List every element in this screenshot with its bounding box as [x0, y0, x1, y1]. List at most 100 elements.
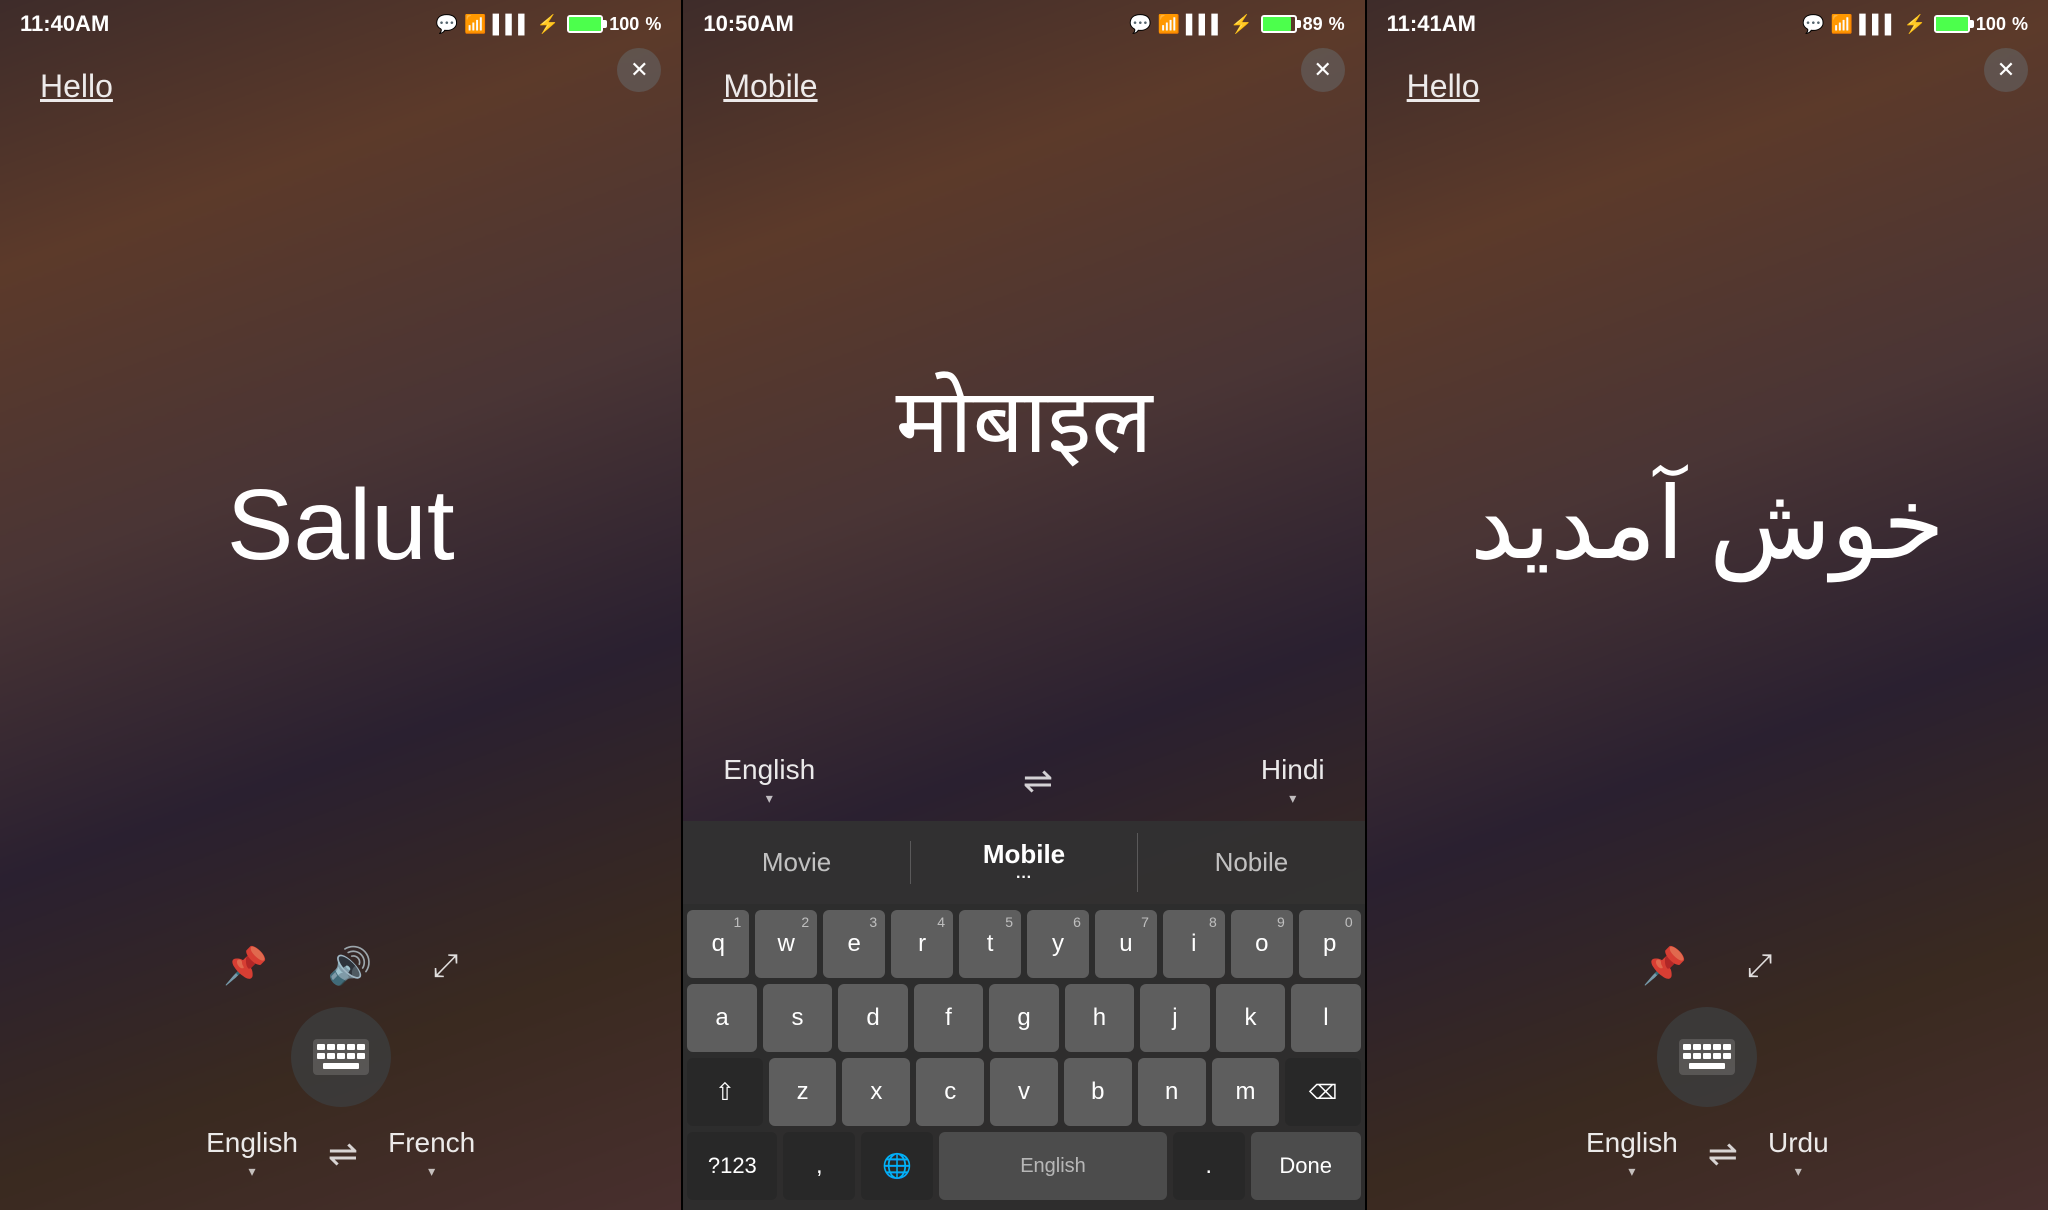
left-panel: 11:40AM 💬 📶 ▌▌▌ ⚡ 100% Hello ✕ Salut 📌 🔊… [0, 0, 681, 1210]
right-lang-from-label: English [1586, 1127, 1678, 1159]
right-bolt-icon: ⚡ [1904, 14, 1926, 35]
suggestion-mobile[interactable]: Mobile ··· [911, 833, 1138, 892]
middle-content: Mobile ✕ मोबाइल [683, 48, 1364, 740]
left-keyboard-button[interactable] [291, 1007, 391, 1107]
keyboard-row-bottom: ⇧ z x c v b n m ⌫ [687, 1058, 1360, 1126]
key-s[interactable]: s [763, 984, 832, 1052]
key-r[interactable]: 4r [891, 910, 953, 978]
key-x[interactable]: x [842, 1058, 910, 1126]
left-pin-icon[interactable]: 📌 [223, 945, 268, 987]
left-swap-icon[interactable]: ⇌ [328, 1133, 358, 1175]
key-shift[interactable]: ⇧ [687, 1058, 762, 1126]
left-keyboard-icon [313, 1039, 369, 1075]
key-k[interactable]: k [1216, 984, 1285, 1052]
key-n[interactable]: n [1138, 1058, 1206, 1126]
left-battery [567, 15, 603, 33]
right-lang-to[interactable]: Urdu ▾ [1768, 1127, 1829, 1180]
key-i[interactable]: 8i [1163, 910, 1225, 978]
left-sound-icon[interactable]: 🔊 [328, 945, 373, 987]
key-w[interactable]: 2w [755, 910, 817, 978]
key-l[interactable]: l [1291, 984, 1360, 1052]
suggestion-movie[interactable]: Movie [683, 841, 910, 884]
key-z[interactable]: z [769, 1058, 837, 1126]
key-num-switch[interactable]: ?123 [687, 1132, 777, 1200]
key-backspace[interactable]: ⌫ [1285, 1058, 1360, 1126]
middle-suggestions-row: Movie Mobile ··· Nobile [683, 821, 1364, 904]
divider-mid-right [1365, 0, 1367, 1210]
left-lang-from-label: English [206, 1127, 298, 1159]
left-close-button[interactable]: ✕ [617, 48, 661, 92]
right-toolbar-icons: 📌 ⤢ [1642, 945, 1772, 987]
left-lang-from[interactable]: English ▾ [206, 1127, 298, 1180]
right-lang-to-label: Urdu [1768, 1127, 1829, 1159]
key-m[interactable]: m [1212, 1058, 1280, 1126]
right-input-word[interactable]: Hello [1407, 68, 1480, 105]
key-a[interactable]: a [687, 984, 756, 1052]
key-comma[interactable]: , [783, 1132, 855, 1200]
key-e[interactable]: 3e [823, 910, 885, 978]
right-lang-to-arrow: ▾ [1795, 1163, 1802, 1180]
middle-lang-from[interactable]: English ▾ [723, 754, 815, 807]
key-v[interactable]: v [990, 1058, 1058, 1126]
left-expand-icon[interactable]: ⤢ [433, 947, 459, 985]
middle-close-button[interactable]: ✕ [1301, 48, 1345, 92]
signal-icon: ▌▌▌ [493, 14, 531, 35]
right-keyboard-icon [1679, 1039, 1735, 1075]
key-d[interactable]: d [838, 984, 907, 1052]
right-keyboard-button[interactable] [1657, 1007, 1757, 1107]
keyboard-row-space: ?123 , 🌐 English . Done [687, 1132, 1360, 1200]
key-space[interactable]: English [939, 1132, 1166, 1200]
middle-bolt-icon: ⚡ [1230, 14, 1252, 35]
key-period[interactable]: . [1173, 1132, 1245, 1200]
right-lang-from[interactable]: English ▾ [1586, 1127, 1678, 1180]
middle-lang-to[interactable]: Hindi ▾ [1261, 754, 1325, 807]
key-c[interactable]: c [916, 1058, 984, 1126]
key-j[interactable]: j [1140, 984, 1209, 1052]
middle-swap-icon[interactable]: ⇌ [1023, 760, 1053, 802]
key-y[interactable]: 6y [1027, 910, 1089, 978]
middle-panel: 10:50AM 💬 📶 ▌▌▌ ⚡ 89% Mobile ✕ मोबाइल En… [683, 0, 1364, 1210]
key-h[interactable]: h [1065, 984, 1134, 1052]
left-translation-display: Salut [40, 105, 641, 945]
whatsapp-icon: 💬 [436, 14, 458, 35]
key-t[interactable]: 5t [959, 910, 1021, 978]
key-o[interactable]: 9o [1231, 910, 1293, 978]
right-pin-icon[interactable]: 📌 [1642, 945, 1687, 987]
right-content: Hello ✕ خوش آمدید [1367, 48, 2048, 945]
left-status-icons: 💬 📶 ▌▌▌ ⚡ 100% [436, 14, 662, 35]
middle-signal-icon: ▌▌▌ [1186, 14, 1224, 35]
left-lang-to[interactable]: French ▾ [388, 1127, 475, 1180]
middle-status-bar: 10:50AM 💬 📶 ▌▌▌ ⚡ 89% [683, 0, 1364, 48]
key-u[interactable]: 7u [1095, 910, 1157, 978]
left-lang-to-label: French [388, 1127, 475, 1159]
left-language-bar: English ▾ ⇌ French ▾ [206, 1127, 475, 1190]
key-f[interactable]: f [914, 984, 983, 1052]
key-q[interactable]: 1q [687, 910, 749, 978]
keyboard-row-top: 1q 2w 3e 4r 5t 6y 7u 8i 9o 0p [687, 910, 1360, 978]
right-status-icons: 💬 📶 ▌▌▌ ⚡ 100% [1802, 14, 2028, 35]
keyboard-row-mid: a s d f g h j k l [687, 984, 1360, 1052]
middle-lang-from-label: English [723, 754, 815, 786]
key-g[interactable]: g [989, 984, 1058, 1052]
middle-translation-row: English ▾ ⇌ Hindi ▾ [683, 740, 1364, 821]
right-panel: 11:41AM 💬 📶 ▌▌▌ ⚡ 100% Hello ✕ خوش آمدید… [1367, 0, 2048, 1210]
key-b[interactable]: b [1064, 1058, 1132, 1126]
middle-translated-word: मोबाइल [895, 373, 1152, 472]
suggestion-nobile[interactable]: Nobile [1138, 841, 1364, 884]
right-language-bar: English ▾ ⇌ Urdu ▾ [1586, 1127, 1829, 1190]
right-close-button[interactable]: ✕ [1984, 48, 2028, 92]
left-input-word[interactable]: Hello [40, 68, 113, 105]
middle-lang-from-arrow: ▾ [766, 790, 773, 807]
key-done[interactable]: Done [1251, 1132, 1361, 1200]
key-globe[interactable]: 🌐 [861, 1132, 933, 1200]
right-lang-from-arrow: ▾ [1628, 1163, 1635, 1180]
right-status-bar: 11:41AM 💬 📶 ▌▌▌ ⚡ 100% [1367, 0, 2048, 48]
right-swap-icon[interactable]: ⇌ [1708, 1133, 1738, 1175]
divider-left-mid [681, 0, 683, 1210]
right-expand-icon[interactable]: ⤢ [1747, 947, 1773, 985]
key-p[interactable]: 0p [1299, 910, 1361, 978]
middle-whatsapp-icon: 💬 [1129, 14, 1151, 35]
suggestion-dots: ··· [921, 870, 1127, 886]
middle-input-word[interactable]: Mobile [723, 68, 817, 105]
keyboard-rows: 1q 2w 3e 4r 5t 6y 7u 8i 9o 0p a s d f g … [683, 904, 1364, 1210]
